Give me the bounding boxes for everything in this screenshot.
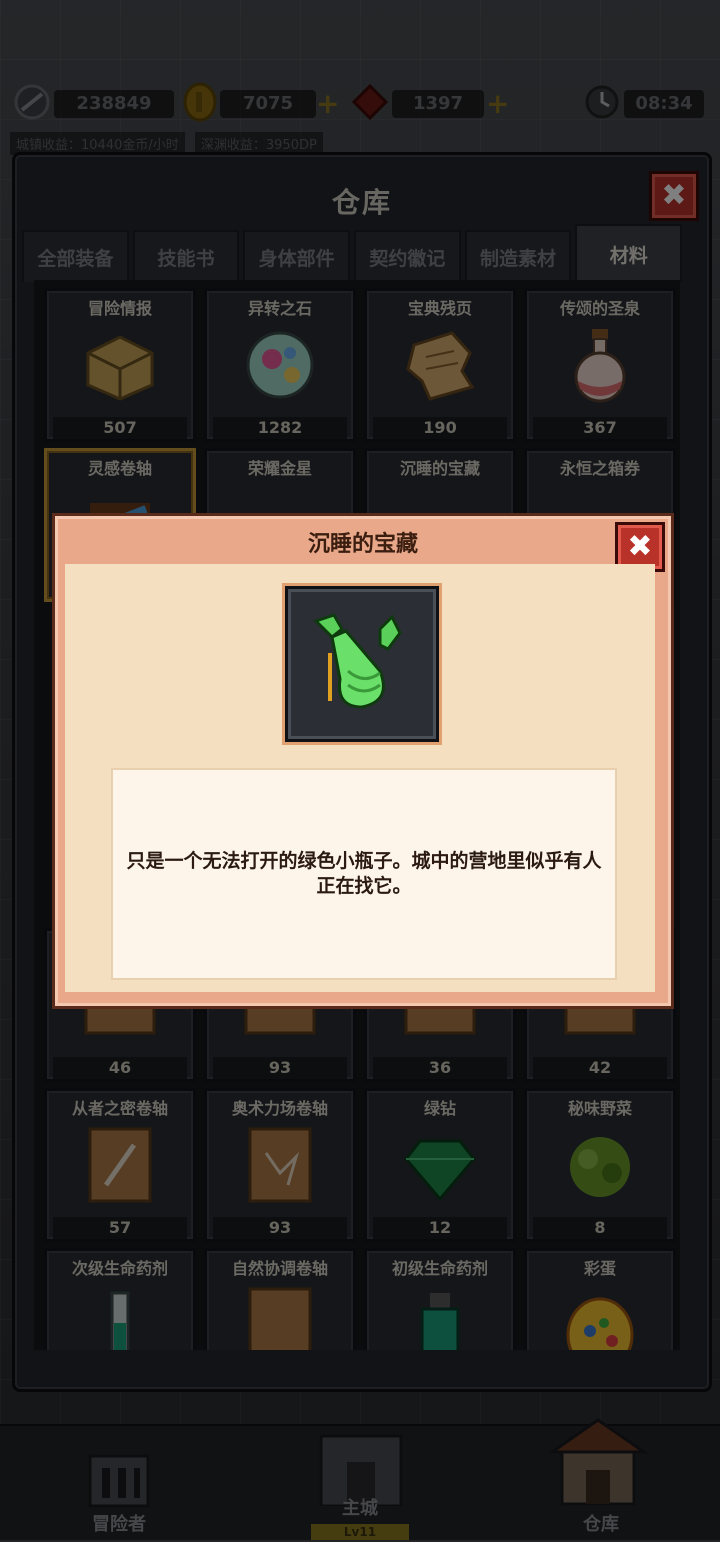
item-description: 只是一个无法打开的绿色小瓶子。城中的营地里似乎有人正在找它。 [126,850,602,897]
item-preview-frame [285,586,439,742]
description-box: 只是一个无法打开的绿色小瓶子。城中的营地里似乎有人正在找它。 [111,768,617,980]
dialog-title: 沉睡的宝藏 [307,532,418,557]
item-detail-dialog: 沉睡的宝藏 ✖ 只是一个无法打开的绿色小瓶子。城中的营地里似乎有人正在找它。 [52,513,674,1009]
green-bottle-icon [313,613,402,709]
